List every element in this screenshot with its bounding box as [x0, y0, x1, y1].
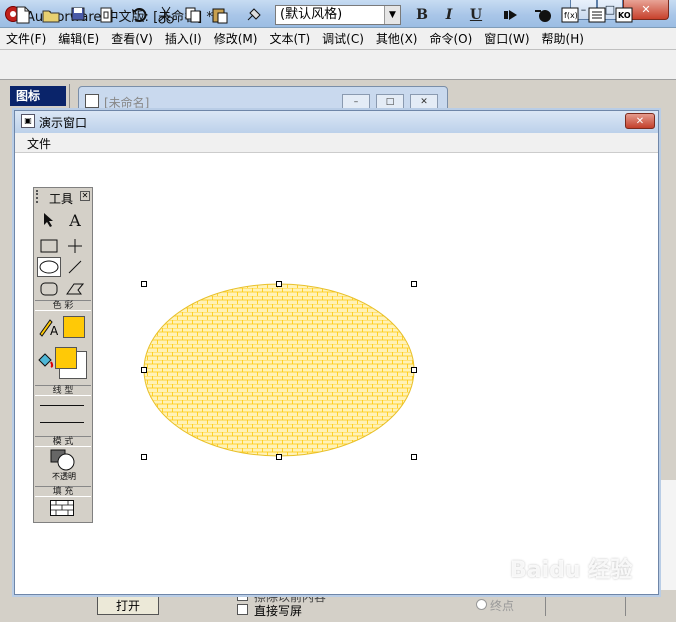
menu-view[interactable]: 查看(V): [105, 30, 159, 47]
selection-handle[interactable]: [276, 281, 282, 287]
svg-text:KO: KO: [618, 11, 631, 20]
drag-grip-icon[interactable]: [36, 190, 42, 203]
copy-icon[interactable]: [182, 4, 204, 26]
fill-color-swatch[interactable]: [55, 347, 77, 369]
italic-button[interactable]: I: [438, 4, 460, 26]
text-style-value: (默认风格): [280, 7, 343, 22]
ellipse-tool-icon[interactable]: [37, 257, 61, 277]
presentation-menu-bar: [15, 133, 658, 153]
diagonal-line-tool-icon[interactable]: [63, 257, 87, 277]
selection-handle[interactable]: [411, 454, 417, 460]
text-style-select[interactable]: (默认风格) ▼: [275, 5, 401, 25]
mode-value-label: 不透明: [52, 472, 76, 481]
selection-handle[interactable]: [276, 454, 282, 460]
tools-close-icon[interactable]: ✕: [80, 191, 90, 201]
knowledge-objects-icon[interactable]: KO: [613, 4, 635, 26]
selection-handle[interactable]: [141, 367, 147, 373]
end-point-label: 终点: [490, 599, 515, 613]
variables-icon[interactable]: [586, 4, 608, 26]
direct-to-screen-checkbox[interactable]: [237, 604, 248, 615]
presentation-window-icon: ▣: [21, 114, 35, 128]
new-file-icon[interactable]: [12, 4, 34, 26]
line-style-sample[interactable]: [40, 422, 84, 423]
selection-handle[interactable]: [411, 281, 417, 287]
menu-bar: 文件(F) 编辑(E) 查看(V) 插入(I) 修改(M) 文本(T) 调试(C…: [0, 28, 676, 50]
line-section-label: 线 型: [35, 385, 91, 396]
open-button[interactable]: 打开: [97, 595, 159, 615]
menu-debug[interactable]: 调试(C): [316, 30, 370, 47]
run-icon[interactable]: [500, 4, 522, 26]
menu-file[interactable]: 文件(F): [0, 30, 52, 47]
bold-button[interactable]: B: [411, 4, 433, 26]
menu-edit[interactable]: 编辑(E): [52, 30, 105, 47]
mode-section-label: 模 式: [35, 436, 91, 447]
toolbar: [0, 50, 676, 80]
chevron-down-icon[interactable]: ▼: [384, 6, 400, 24]
pointer-tool-icon[interactable]: [37, 210, 61, 230]
fill-section-label: 填 充: [35, 486, 91, 497]
flowline-minimize-button[interactable]: –: [342, 94, 370, 110]
open-folder-icon[interactable]: [40, 4, 62, 26]
presentation-window-titlebar: [15, 111, 658, 133]
background-scroll-area: [660, 480, 676, 590]
svg-text:A: A: [50, 324, 59, 338]
flowline-close-button[interactable]: ✕: [410, 94, 438, 110]
menu-help[interactable]: 帮助(H): [536, 30, 590, 47]
polygon-tool-icon[interactable]: [63, 279, 87, 299]
divider: [545, 594, 546, 616]
menu-other[interactable]: 其他(X): [370, 30, 424, 47]
import-icon[interactable]: [95, 4, 117, 26]
divider: [625, 594, 626, 616]
cut-icon[interactable]: [155, 4, 177, 26]
flowline-window-title: [未命名]: [104, 96, 150, 110]
presentation-menu-file[interactable]: 文件: [27, 135, 51, 152]
flowline-maximize-button[interactable]: □: [376, 94, 404, 110]
brick-fill-pattern-icon[interactable]: [50, 500, 74, 519]
selection-handle[interactable]: [411, 367, 417, 373]
color-section-label: 色 彩: [35, 300, 91, 311]
baidu-watermark: Baidu 经验: [510, 558, 633, 583]
rounded-rectangle-tool-icon[interactable]: [37, 279, 61, 299]
functions-icon[interactable]: f(x): [559, 4, 581, 26]
direct-to-screen-label: 直接写屏: [254, 604, 303, 618]
text-tool-icon[interactable]: A: [63, 210, 87, 230]
presentation-window-title: 演示窗口: [39, 116, 88, 130]
orthogonal-line-tool-icon[interactable]: [63, 236, 87, 256]
svg-text:f(x): f(x): [564, 11, 578, 20]
save-all-icon[interactable]: [68, 4, 90, 26]
menu-command[interactable]: 命令(O): [423, 30, 478, 47]
undo-icon[interactable]: [128, 4, 150, 26]
tools-palette-title: 工具: [49, 192, 74, 206]
underline-button[interactable]: U: [465, 4, 487, 26]
presentation-close-button[interactable]: ✕: [625, 113, 655, 129]
paste-icon[interactable]: [209, 4, 231, 26]
selection-handle[interactable]: [141, 281, 147, 287]
control-panel-icon[interactable]: [532, 4, 554, 26]
fill-bucket-icon[interactable]: [36, 350, 54, 375]
flowline-window-icon: [85, 94, 99, 108]
icon-palette-title: 图标: [10, 86, 66, 106]
menu-modify[interactable]: 修改(M): [208, 30, 264, 47]
selection-handle[interactable]: [141, 454, 147, 460]
pen-color-icon[interactable]: A: [38, 316, 62, 341]
line-style-sample[interactable]: [40, 405, 84, 406]
menu-text[interactable]: 文本(T): [263, 30, 316, 47]
rectangle-tool-icon[interactable]: [37, 236, 61, 256]
ellipse-shape[interactable]: [140, 280, 420, 462]
foreground-color-swatch[interactable]: [63, 316, 85, 338]
menu-window[interactable]: 窗口(W): [478, 30, 535, 47]
find-icon[interactable]: [243, 4, 265, 26]
end-point-radio[interactable]: [476, 599, 487, 610]
menu-insert[interactable]: 插入(I): [159, 30, 208, 47]
